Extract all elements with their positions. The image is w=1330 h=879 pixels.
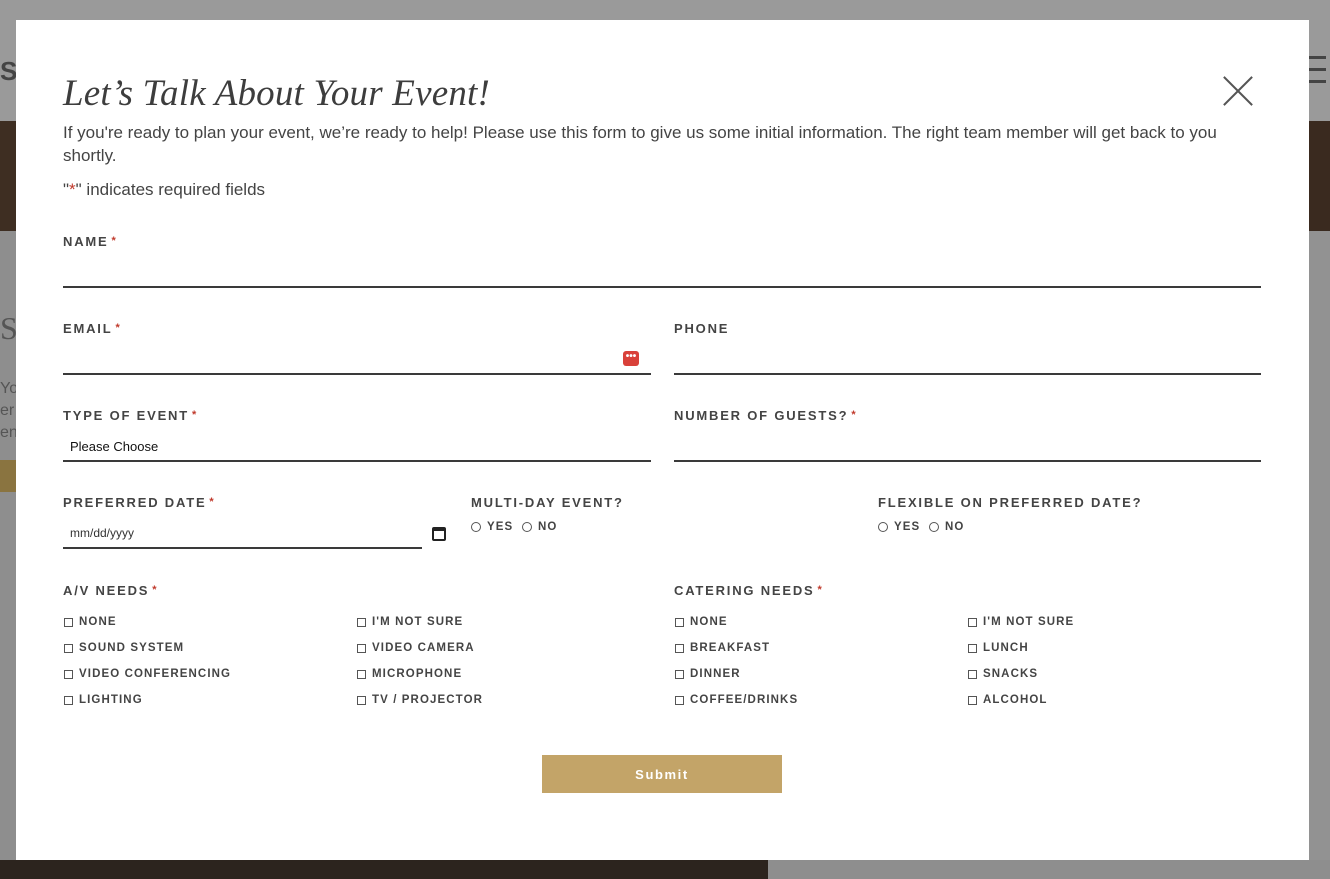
phone-label: Phone [674,321,730,336]
catering-option-lunch[interactable]: Lunch [968,642,1029,654]
modal-title: Let’s Talk About Your Event! [63,73,491,114]
av-needs-label: A/V Needs * [63,583,157,598]
catering-needs-label: Catering Needs * [674,583,822,598]
background-hero-image [0,121,16,231]
catering-option-dinner[interactable]: Dinner [675,668,741,680]
name-input[interactable] [63,258,1261,288]
background-button [0,460,16,492]
catering-option-breakfast[interactable]: Breakfast [675,642,770,654]
av-option-video-conferencing[interactable]: Video Conferencing [64,668,231,680]
av-option-none[interactable]: None [64,616,117,628]
flexible-yes-radio[interactable]: Yes [878,521,920,533]
close-icon[interactable] [1222,76,1254,108]
event-type-value: Please Choose [70,439,159,454]
event-inquiry-modal: Let’s Talk About Your Event! If you're r… [16,20,1309,860]
catering-option-alcohol[interactable]: Alcohol [968,694,1048,706]
multi-day-yes-radio[interactable]: Yes [471,521,513,533]
required-fields-note: "*" indicates required fields [63,180,266,199]
submit-button[interactable]: Submit [542,755,782,793]
multi-day-no-radio[interactable]: No [522,521,557,533]
background-panel [1309,231,1330,860]
background-hero-image-right [1309,121,1330,231]
preferred-date-placeholder: mm/dd/yyyy [70,526,135,540]
event-type-label: Type of Event * [63,408,197,423]
av-option-sound-system[interactable]: Sound System [64,642,184,654]
catering-option-coffee-drinks[interactable]: Coffee/Drinks [675,694,798,706]
email-label: Email * [63,321,120,336]
preferred-date-label: Preferred Date * [63,495,214,510]
catering-option-not-sure[interactable]: I'm Not Sure [968,616,1074,628]
av-option-tv-projector[interactable]: TV / Projector [357,694,483,706]
phone-input[interactable] [674,345,1261,375]
email-input[interactable] [63,345,651,375]
multi-day-label: Multi-Day Event? [471,495,624,510]
password-manager-icon[interactable]: ••• [623,351,639,366]
av-option-video-camera[interactable]: Video Camera [357,642,475,654]
catering-option-snacks[interactable]: Snacks [968,668,1038,680]
av-option-microphone[interactable]: Microphone [357,668,462,680]
background-photo [0,860,768,879]
av-option-not-sure[interactable]: I'm Not Sure [357,616,463,628]
name-label: Name * [63,234,116,249]
catering-option-none[interactable]: None [675,616,728,628]
guests-input[interactable] [674,432,1261,462]
calendar-icon[interactable] [432,527,446,541]
flexible-no-radio[interactable]: No [929,521,964,533]
modal-intro: If you're ready to plan your event, we’r… [63,123,1217,165]
flexible-date-label: Flexible on Preferred Date? [878,495,1143,510]
av-option-lighting[interactable]: Lighting [64,694,143,706]
guests-label: Number of Guests? * [674,408,856,423]
